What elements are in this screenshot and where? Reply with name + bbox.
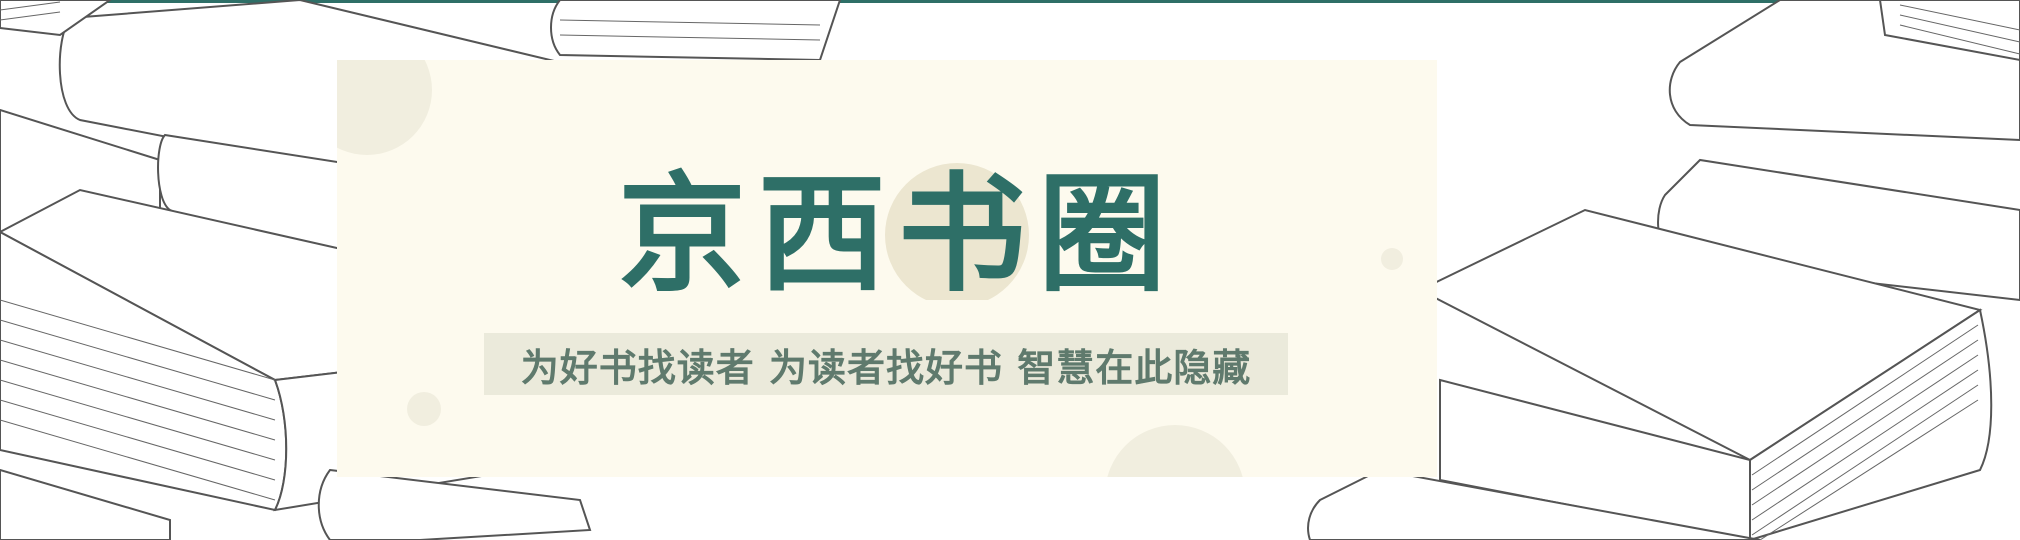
banner-card: 京 西 书 圈 为好书找读者 为读者找好书 智慧在此隐藏	[337, 60, 1437, 477]
tagline-text: 为好书找读者 为读者找好书 智慧在此隐藏	[520, 345, 1252, 390]
page-title: 京 西 书 圈	[607, 160, 1207, 310]
title-char-shu: 书	[898, 161, 1026, 301]
title-char-jing: 京	[618, 161, 746, 301]
deco-circle-top-left	[337, 60, 432, 155]
deco-circle-small-left	[407, 392, 441, 426]
title-char-quan: 圈	[1038, 161, 1166, 301]
banner: 京 西 书 圈 为好书找读者 为读者找好书 智慧在此隐藏	[0, 0, 2020, 540]
tagline-box: 为好书找读者 为读者找好书 智慧在此隐藏	[484, 333, 1288, 395]
deco-circle-bottom	[1105, 425, 1245, 477]
deco-circle-small-right	[1381, 248, 1403, 270]
title-char-xi: 西	[758, 161, 886, 301]
